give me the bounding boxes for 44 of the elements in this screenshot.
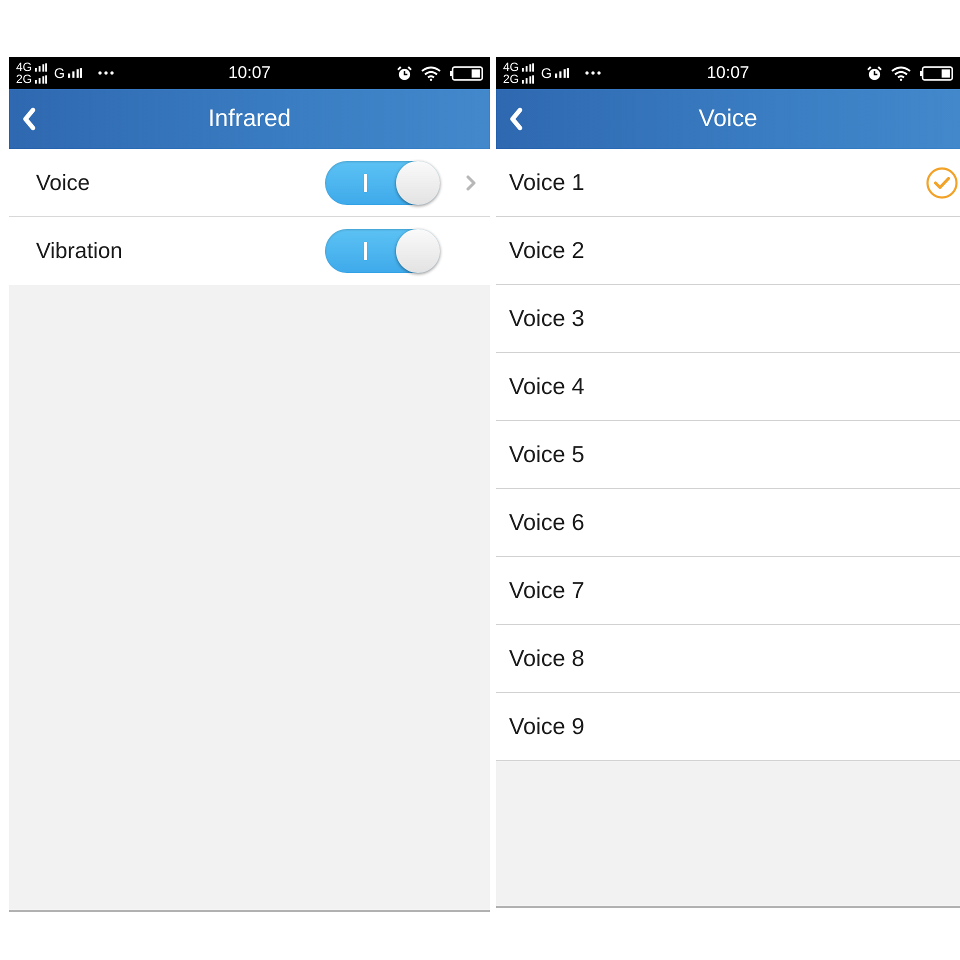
setting-label: Voice — [36, 170, 91, 196]
signal-icon — [68, 68, 82, 78]
setting-label: Vibration — [36, 238, 124, 264]
signal-icon — [522, 75, 534, 84]
status-time: 10:07 — [706, 63, 750, 83]
network-label: 2G — [16, 73, 32, 85]
voice-option[interactable]: Voice 8 — [496, 625, 960, 693]
signal-icon — [554, 68, 569, 78]
alarm-clock-icon — [397, 66, 412, 80]
status-time: 10:07 — [228, 63, 271, 83]
network-label: G — [541, 65, 552, 81]
screen-title: Voice — [698, 105, 758, 133]
on-mark-icon — [364, 174, 367, 192]
network-label: 2G — [503, 73, 520, 85]
back-icon[interactable] — [509, 107, 523, 131]
alarm-clock-icon — [867, 66, 882, 80]
toggle-knob — [396, 229, 440, 273]
network-label: G — [54, 65, 65, 81]
battery-icon — [450, 66, 483, 80]
signal-icon — [35, 75, 48, 84]
toggle-switch[interactable] — [325, 160, 440, 204]
network-label: 4G — [503, 61, 520, 73]
voice-option[interactable]: Voice 1 — [496, 149, 960, 217]
voice-option[interactable]: Voice 9 — [496, 693, 960, 761]
back-icon[interactable] — [22, 107, 36, 131]
network-label: 4G — [16, 61, 32, 73]
on-mark-icon — [364, 242, 367, 260]
wifi-icon — [421, 66, 441, 80]
toggle-switch[interactable] — [325, 229, 440, 273]
voice-option[interactable]: Voice 2 — [496, 217, 960, 285]
voice-option[interactable]: Voice 5 — [496, 421, 960, 489]
toggle-knob — [396, 160, 440, 204]
signal-icon — [35, 63, 48, 72]
voice-option[interactable]: Voice 6 — [496, 489, 960, 557]
signal-icon — [522, 63, 534, 72]
chevron-right-icon[interactable] — [466, 174, 476, 190]
voice-option[interactable]: Voice 4 — [496, 353, 960, 421]
screen-title: Infrared — [208, 105, 291, 133]
voice-option[interactable]: Voice 7 — [496, 557, 960, 625]
more-dots-icon — [584, 71, 601, 75]
wifi-icon — [891, 66, 911, 80]
battery-icon — [920, 66, 953, 80]
voice-option[interactable]: Voice 3 — [496, 285, 960, 353]
more-dots-icon — [98, 71, 114, 75]
